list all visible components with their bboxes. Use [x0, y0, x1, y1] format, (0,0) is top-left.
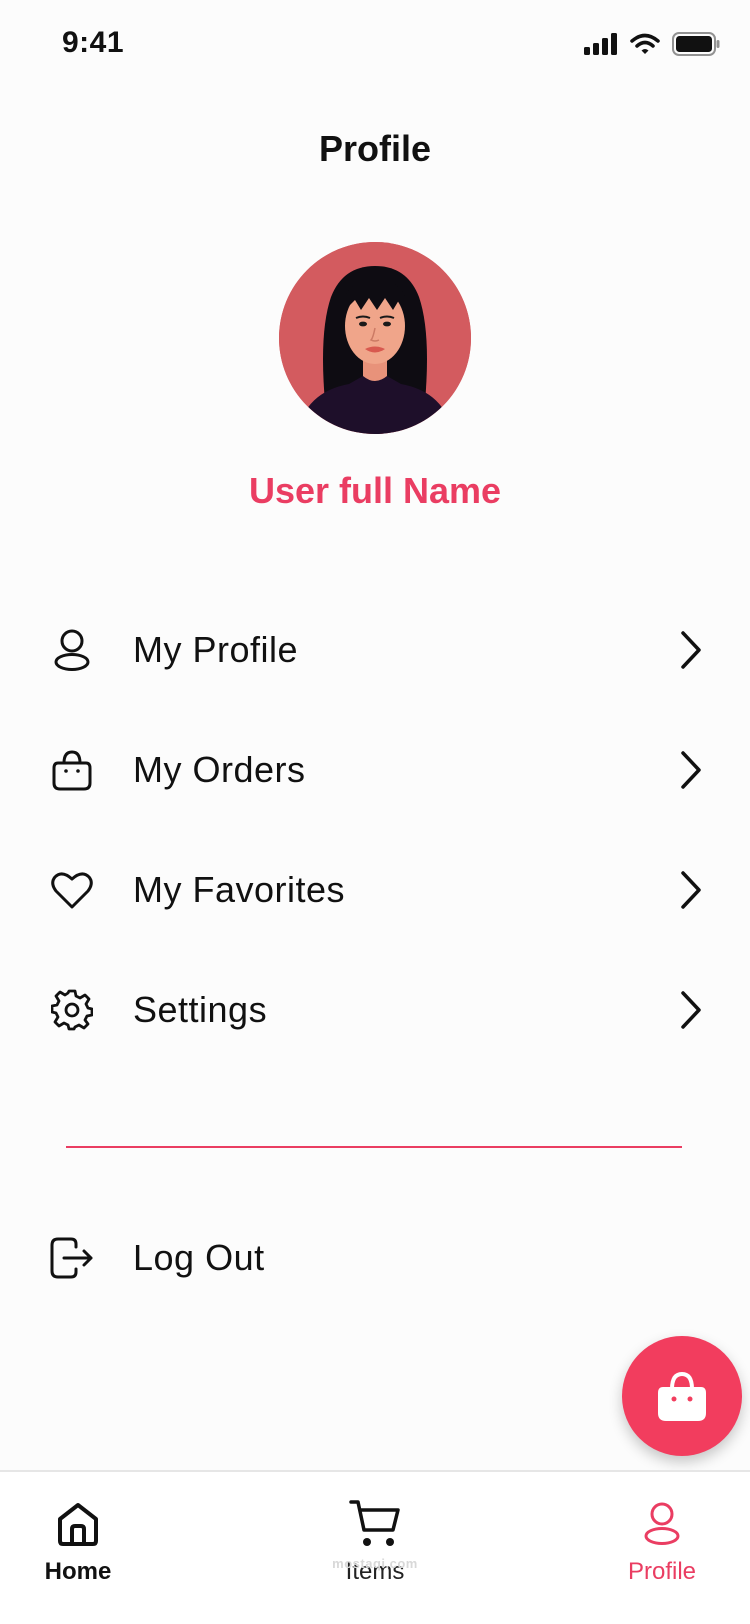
menu-item-my-orders[interactable]: My Orders — [0, 710, 750, 830]
page-title: Profile — [318, 128, 432, 169]
gear-icon — [50, 988, 94, 1032]
user-icon — [634, 1496, 690, 1552]
shopping-bag-icon — [50, 748, 94, 792]
logout-label: Log Out — [133, 1237, 265, 1278]
user-full-name: User full Name — [248, 470, 502, 511]
nav-item-profile[interactable]: Profile — [592, 1496, 732, 1586]
nav-label: Home — [44, 1558, 112, 1585]
menu-item-label: My Orders — [133, 749, 306, 790]
menu-item-settings[interactable]: Settings — [0, 950, 750, 1070]
cart-icon — [347, 1496, 403, 1552]
menu-item-label: My Profile — [133, 629, 299, 670]
wifi-icon — [630, 33, 660, 54]
chevron-right-icon — [676, 988, 706, 1032]
signal-icon — [584, 33, 617, 55]
chevron-right-icon — [676, 748, 706, 792]
shopping-bag-icon — [658, 1371, 706, 1421]
profile-menu: My Profile My Orders My Favorites Settin… — [0, 590, 750, 1070]
nav-label: Profile — [627, 1558, 697, 1585]
status-icons — [584, 32, 720, 56]
logout-button[interactable]: Log Out — [0, 1198, 750, 1318]
chevron-right-icon — [676, 868, 706, 912]
user-icon — [50, 628, 94, 672]
menu-item-label: Settings — [133, 989, 268, 1030]
menu-item-my-profile[interactable]: My Profile — [0, 590, 750, 710]
avatar[interactable] — [279, 242, 471, 434]
status-time: 9:41 — [62, 26, 125, 59]
heart-icon — [50, 868, 94, 912]
nav-item-items[interactable]: Items — [305, 1496, 445, 1586]
cart-fab-button[interactable] — [622, 1336, 742, 1456]
status-bar: 9:41 — [0, 0, 750, 90]
menu-item-label: My Favorites — [133, 869, 346, 910]
logout-icon — [50, 1236, 94, 1280]
menu-divider — [66, 1146, 682, 1148]
battery-icon — [672, 32, 720, 56]
watermark: mostaqi.com — [332, 1556, 418, 1571]
avatar-illustration — [279, 242, 471, 434]
chevron-right-icon — [676, 628, 706, 672]
menu-item-my-favorites[interactable]: My Favorites — [0, 830, 750, 950]
home-icon — [50, 1496, 106, 1552]
nav-item-home[interactable]: Home — [8, 1496, 148, 1586]
bottom-nav: Home Items Profile — [0, 1470, 750, 1624]
